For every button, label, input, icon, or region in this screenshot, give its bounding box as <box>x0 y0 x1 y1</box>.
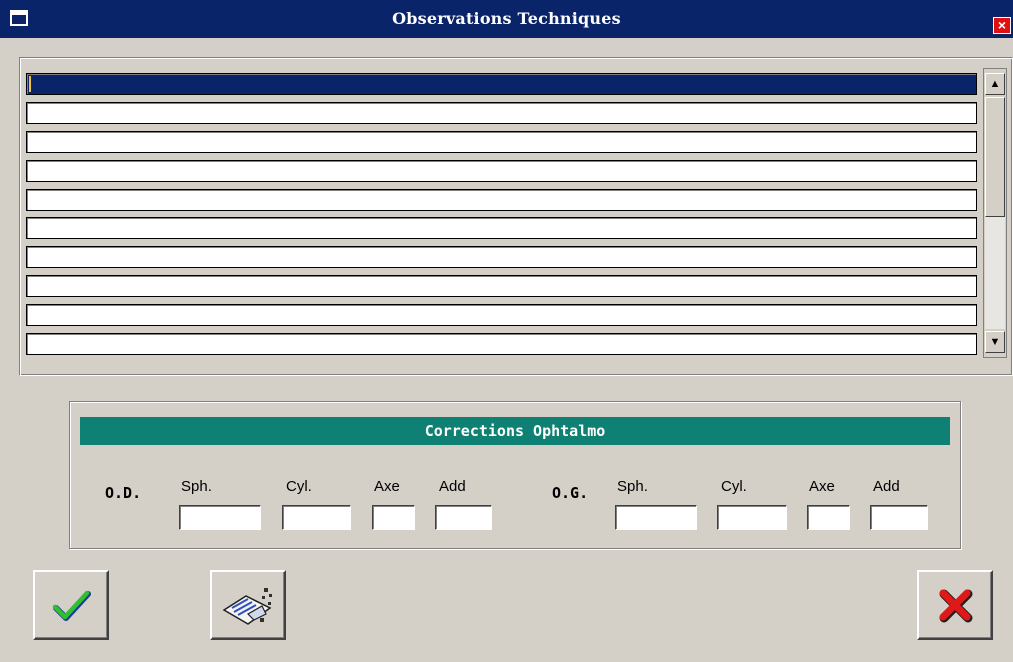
observation-row[interactable] <box>26 246 977 268</box>
og-sph-field[interactable] <box>615 505 697 530</box>
cancel-button[interactable] <box>917 570 993 640</box>
scroll-thumb[interactable] <box>985 97 1005 217</box>
od-sph-field[interactable] <box>179 505 261 530</box>
observation-row[interactable] <box>26 160 977 182</box>
corrections-header: Corrections Ophtalmo <box>80 417 950 445</box>
validate-button[interactable] <box>33 570 109 640</box>
observation-row[interactable] <box>26 275 977 297</box>
observation-row[interactable] <box>26 189 977 211</box>
observation-row[interactable] <box>26 304 977 326</box>
scroll-up-button[interactable]: ▲ <box>985 73 1005 95</box>
og-sph-label: Sph. <box>617 478 648 495</box>
og-axe-field[interactable] <box>807 505 850 530</box>
eraser-icon <box>222 588 272 625</box>
text-caret <box>29 76 31 92</box>
od-add-label: Add <box>439 478 466 495</box>
od-cyl-label: Cyl. <box>286 478 312 495</box>
od-label: O.D. <box>105 484 142 502</box>
close-window-button[interactable]: × <box>993 17 1011 34</box>
checkmark-icon <box>52 590 91 621</box>
og-cyl-label: Cyl. <box>721 478 747 495</box>
od-add-field[interactable] <box>435 505 492 530</box>
observation-row[interactable] <box>26 333 977 355</box>
od-cyl-field[interactable] <box>282 505 351 530</box>
window-title: Observations Techniques <box>392 9 621 28</box>
od-axe-label: Axe <box>374 478 400 495</box>
vertical-scrollbar[interactable]: ▲ ▼ <box>983 68 1007 358</box>
od-sph-label: Sph. <box>181 478 212 495</box>
observation-row[interactable] <box>26 73 977 95</box>
og-add-field[interactable] <box>870 505 928 530</box>
title-bar: Observations Techniques × <box>0 0 1013 38</box>
og-add-label: Add <box>873 478 900 495</box>
scroll-down-button[interactable]: ▼ <box>985 331 1005 353</box>
scroll-track[interactable] <box>985 97 1005 329</box>
og-label: O.G. <box>552 484 589 502</box>
red-x-icon <box>939 589 973 623</box>
od-axe-field[interactable] <box>372 505 415 530</box>
observation-row[interactable] <box>26 102 977 124</box>
og-axe-label: Axe <box>809 478 835 495</box>
clear-button[interactable] <box>210 570 286 640</box>
observation-row[interactable] <box>26 217 977 239</box>
observation-row[interactable] <box>26 131 977 153</box>
og-cyl-field[interactable] <box>717 505 787 530</box>
